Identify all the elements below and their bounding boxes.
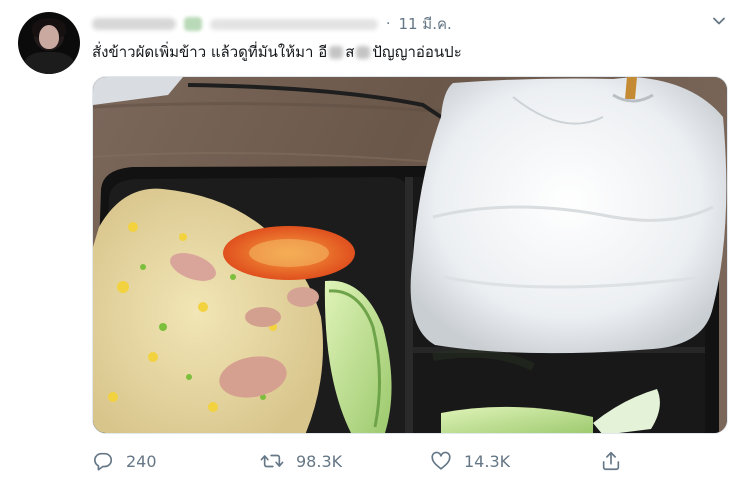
- tweet-text-part-1: สั่งข้าวผัดเพิ่มข้าว แล้วดูที่มันให้มา อ…: [92, 43, 328, 61]
- tweet-photo[interactable]: [92, 76, 728, 434]
- tweet-date[interactable]: 11 มี.ค.: [398, 12, 451, 36]
- heart-icon: [431, 451, 451, 470]
- reply-count: 240: [126, 451, 157, 471]
- more-options-button[interactable]: [708, 10, 730, 32]
- tweet-text-part-2: ส: [345, 43, 355, 61]
- share-icon: [602, 451, 620, 471]
- retweet-button[interactable]: 98.3K: [260, 446, 342, 476]
- tweet-card[interactable]: · 11 มี.ค. สั่งข้าวผัดเพิ่มข้าว แล้วดูที…: [0, 0, 748, 492]
- redacted-word: [329, 46, 344, 59]
- avatar-coat: [24, 52, 74, 74]
- tweet-actions: 240 98.3K 14.3K: [92, 446, 632, 476]
- avatar[interactable]: [18, 12, 80, 74]
- retweet-count: 98.3K: [296, 451, 343, 471]
- like-count: 14.3K: [464, 451, 511, 471]
- redacted-badge: [184, 17, 202, 31]
- retweet-icon: [260, 454, 284, 468]
- tweet-header: · 11 มี.ค.: [92, 13, 452, 35]
- separator-dot: ·: [386, 16, 391, 32]
- display-name-redacted[interactable]: [92, 18, 176, 30]
- redacted-word: [356, 46, 371, 59]
- chevron-down-icon: [713, 17, 725, 25]
- like-button[interactable]: 14.3K: [430, 446, 510, 476]
- username-redacted[interactable]: [210, 18, 378, 30]
- avatar-face: [39, 25, 59, 49]
- tweet-text-part-3: ปัญญาอ่อนปะ: [372, 43, 462, 61]
- share-button[interactable]: [600, 446, 622, 476]
- reply-button[interactable]: 240: [92, 446, 157, 476]
- food-photo: [93, 77, 727, 433]
- reply-icon: [93, 452, 113, 471]
- tweet-text: สั่งข้าวผัดเพิ่มข้าว แล้วดูที่มันให้มา อ…: [92, 40, 692, 64]
